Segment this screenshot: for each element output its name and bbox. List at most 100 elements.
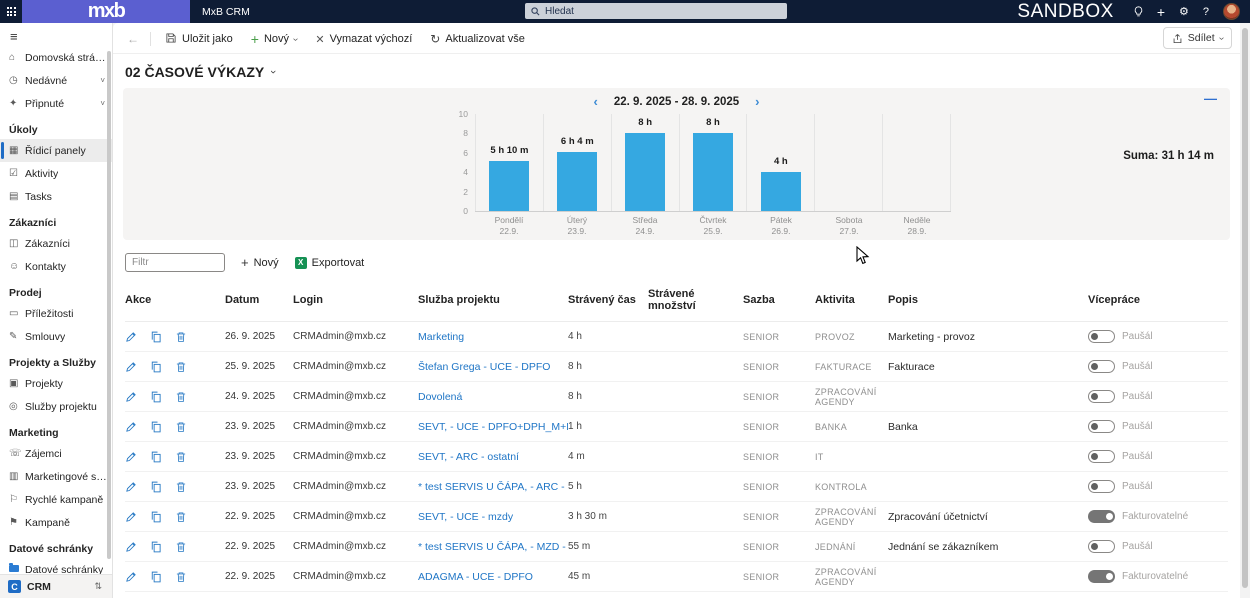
aktualizovat-vse-button[interactable]: ↻Aktualizovat vše (421, 29, 534, 49)
delete-icon[interactable] (175, 451, 187, 463)
viceprace-toggle[interactable] (1088, 360, 1115, 373)
share-button[interactable]: Sdílet › (1163, 27, 1232, 49)
column-header-straveny-cas[interactable]: Strávený čas (568, 294, 648, 306)
project-service-link[interactable]: Štefan Grega - UCE - DPFO (418, 361, 568, 373)
viceprace-toggle[interactable] (1088, 540, 1115, 553)
viceprace-toggle[interactable] (1088, 480, 1115, 493)
plus-icon[interactable]: + (1157, 5, 1165, 19)
edit-icon[interactable] (125, 451, 137, 463)
column-header-aktivita[interactable]: Aktivita (815, 294, 888, 306)
chart-prev-week-button[interactable]: ‹ (593, 95, 597, 108)
copy-icon[interactable] (150, 541, 162, 553)
lightbulb-icon[interactable] (1134, 6, 1143, 18)
sidebar-item-ridici-panely[interactable]: ▦Řídicí panely (0, 139, 112, 162)
project-service-link[interactable]: Dovolená (418, 391, 568, 403)
hamburger-menu-icon[interactable]: ≡ (0, 23, 112, 46)
viceprace-toggle[interactable] (1088, 450, 1115, 463)
sidebar-item-prilezitosti[interactable]: ▭Příležitosti (0, 302, 112, 325)
copy-icon[interactable] (150, 451, 162, 463)
delete-icon[interactable] (175, 391, 187, 403)
global-search-input[interactable]: Hledat (525, 3, 787, 19)
column-header-login[interactable]: Login (293, 294, 418, 306)
column-header-datum[interactable]: Datum (225, 294, 293, 306)
edit-icon[interactable] (125, 481, 137, 493)
help-icon[interactable]: ? (1203, 6, 1209, 18)
project-service-link[interactable]: Marketing (418, 331, 568, 343)
copy-icon[interactable] (150, 331, 162, 343)
new-record-button[interactable]: + Nový (241, 255, 279, 270)
mxb-logo[interactable]: mxb (22, 0, 190, 23)
viceprace-toggle[interactable] (1088, 570, 1115, 583)
project-service-link[interactable]: SEVT, - ARC - ostatní (418, 451, 568, 463)
project-service-link[interactable]: SEVT, - UCE - DPFO+DPH_M+KH_M (418, 421, 568, 433)
sidebar-item-sluzby-projektu[interactable]: ◎Služby projektu (0, 395, 112, 418)
edit-icon[interactable] (125, 541, 137, 553)
project-service-link[interactable]: * test SERVIS U ČÁPA, - MZD - DPFO (418, 541, 568, 553)
viceprace-toggle[interactable] (1088, 510, 1115, 523)
filter-input[interactable] (125, 253, 225, 272)
column-header-viceprace[interactable]: Vícepráce (1088, 294, 1228, 306)
chart-next-week-button[interactable]: › (755, 95, 759, 108)
sidebar-item-domovska-stranka[interactable]: ⌂Domovská stránka (0, 46, 112, 69)
edit-icon[interactable] (125, 511, 137, 523)
column-header-sluzba-projektu[interactable]: Služba projektu (418, 294, 568, 306)
project-service-link[interactable]: ADAGMA - UCE - DPFO (418, 571, 568, 583)
bar-ctvrtek[interactable] (693, 133, 733, 211)
viceprace-toggle[interactable] (1088, 420, 1115, 433)
copy-icon[interactable] (150, 361, 162, 373)
bar-patek[interactable] (761, 172, 801, 211)
gear-icon[interactable]: ⚙ (1179, 5, 1189, 18)
area-switcher[interactable]: C CRM ⇅ (0, 574, 112, 598)
back-button[interactable]: ← (121, 32, 145, 46)
sidebar-item-pripnute[interactable]: ✦Připnuté˅ (0, 92, 112, 115)
project-service-link[interactable]: * test SERVIS U ČÁPA, - ARC - DPFO (418, 481, 568, 493)
column-header-stravene-mnozstvi[interactable]: Strávené množství (648, 288, 743, 312)
sidebar-item-nedavne[interactable]: ◷Nedávné˅ (0, 69, 112, 92)
edit-icon[interactable] (125, 361, 137, 373)
delete-icon[interactable] (175, 481, 187, 493)
column-header-popis[interactable]: Popis (888, 294, 1088, 306)
sidebar-item-zajemci[interactable]: ☏Zájemci (0, 442, 112, 465)
user-avatar[interactable] (1223, 3, 1240, 20)
sidebar-item-smlouvy[interactable]: ✎Smlouvy (0, 325, 112, 348)
edit-icon[interactable] (125, 421, 137, 433)
vymazat-vychozi-button[interactable]: ✕Vymazat výchozí (306, 29, 421, 49)
delete-icon[interactable] (175, 331, 187, 343)
sidebar-item-rychle-kampane[interactable]: ⚐Rychlé kampaně (0, 488, 112, 511)
copy-icon[interactable] (150, 571, 162, 583)
sidebar-item-projekty[interactable]: ▣Projekty (0, 372, 112, 395)
bar-streda[interactable] (625, 133, 665, 211)
viceprace-toggle[interactable] (1088, 330, 1115, 343)
delete-icon[interactable] (175, 571, 187, 583)
app-launcher-waffle-icon[interactable] (0, 0, 22, 23)
copy-icon[interactable] (150, 421, 162, 433)
delete-icon[interactable] (175, 541, 187, 553)
sidebar-item-zakaznici[interactable]: ◫Zákazníci (0, 232, 112, 255)
delete-icon[interactable] (175, 361, 187, 373)
viceprace-toggle[interactable] (1088, 390, 1115, 403)
sidebar-item-kampane[interactable]: ⚑Kampaně (0, 511, 112, 534)
sidebar-item-kontakty[interactable]: ☺Kontakty (0, 255, 112, 278)
sidebar-item-aktivity[interactable]: ☑Aktivity (0, 162, 112, 185)
column-header-sazba[interactable]: Sazba (743, 294, 815, 306)
edit-icon[interactable] (125, 331, 137, 343)
edit-icon[interactable] (125, 391, 137, 403)
column-header-akce[interactable]: Akce (125, 294, 225, 306)
export-button[interactable]: X Exportovat (295, 257, 365, 269)
copy-icon[interactable] (150, 481, 162, 493)
project-service-link[interactable]: SEVT, - UCE - mzdy (418, 511, 568, 523)
view-selector[interactable]: 02 ČASOVÉ VÝKAZY › (113, 54, 1240, 85)
ulozit-jako-button[interactable]: Uložit jako (156, 29, 242, 49)
bar-pondeli[interactable] (489, 161, 529, 211)
edit-icon[interactable] (125, 571, 137, 583)
collapse-chart-icon[interactable]: — (1204, 91, 1217, 106)
copy-icon[interactable] (150, 391, 162, 403)
bar-utery[interactable] (557, 152, 597, 211)
vertical-scrollbar[interactable] (1242, 28, 1248, 588)
novy-button[interactable]: +Nový› (242, 29, 307, 49)
sidebar-scrollbar[interactable] (107, 51, 111, 559)
delete-icon[interactable] (175, 511, 187, 523)
sidebar-item-tasks[interactable]: ▤Tasks (0, 185, 112, 208)
delete-icon[interactable] (175, 421, 187, 433)
sidebar-item-marketingove-sez[interactable]: ▥Marketingové sez... (0, 465, 112, 488)
